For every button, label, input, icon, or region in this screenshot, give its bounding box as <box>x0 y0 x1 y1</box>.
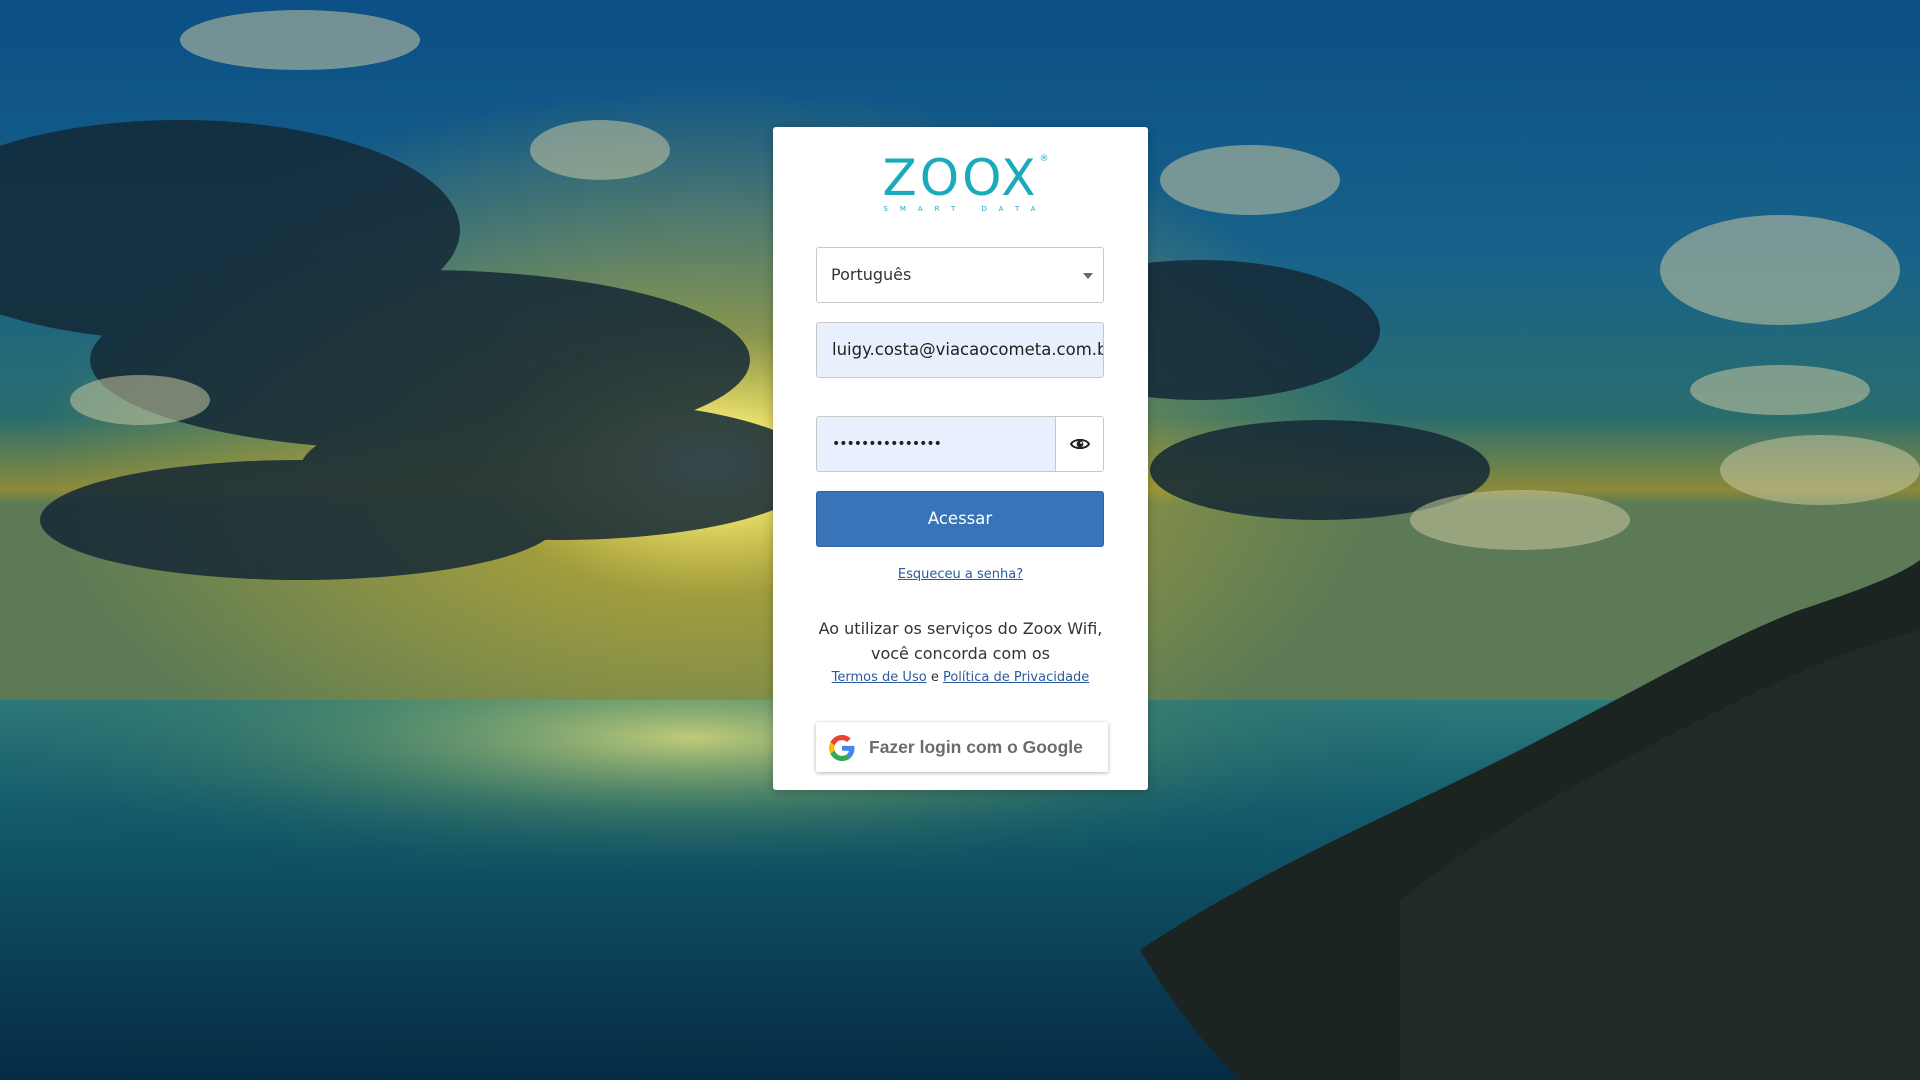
google-icon <box>829 735 855 761</box>
password-field[interactable]: ••••••••••••••• <box>817 417 1055 471</box>
logo-tagline: SMART DATA <box>883 205 1048 213</box>
language-select-value: Português <box>831 265 912 284</box>
logo-registered-mark: ® <box>1039 154 1049 164</box>
google-login-button[interactable]: Fazer login com o Google <box>816 722 1108 772</box>
forgot-password-row: Esqueceu a senha? <box>773 567 1148 583</box>
toggle-password-button[interactable] <box>1055 417 1103 471</box>
google-login-label: Fazer login com o Google <box>869 737 1083 757</box>
terms-text: Ao utilizar os serviços do Zoox Wifi, vo… <box>818 619 1103 663</box>
language-select[interactable]: Português <box>816 247 1104 303</box>
terms-links: Termos de Uso e Política de Privacidade <box>773 670 1148 686</box>
acessar-button[interactable]: Acessar <box>816 491 1104 547</box>
forgot-password-link[interactable]: Esqueceu a senha? <box>898 567 1023 582</box>
email-value: luigy.costa@viacaocometa.com.br <box>832 340 1104 359</box>
terms-connector: e <box>930 670 939 685</box>
logo-word: ZOOX ® <box>882 149 1049 207</box>
eye-icon <box>1070 438 1090 450</box>
privacy-policy-link[interactable]: Política de Privacidade <box>943 670 1089 685</box>
terms-of-use-link[interactable]: Termos de Uso <box>832 670 927 685</box>
email-field[interactable]: luigy.costa@viacaocometa.com.br <box>816 322 1104 378</box>
zoox-logo: ZOOX ® SMART DATA <box>773 153 1148 215</box>
login-card: ZOOX ® SMART DATA Português luigy.costa@v… <box>773 127 1148 790</box>
password-group: ••••••••••••••• <box>816 416 1104 472</box>
caret-down-icon <box>1083 273 1093 279</box>
